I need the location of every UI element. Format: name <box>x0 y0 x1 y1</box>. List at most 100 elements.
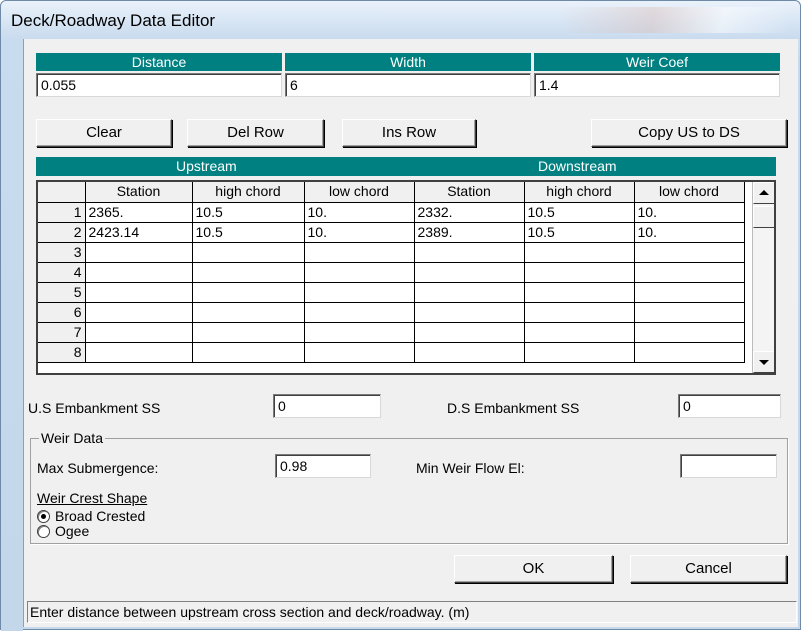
dialog-window: Deck/Roadway Data Editor Distance Width … <box>0 0 801 631</box>
table-cell[interactable]: 10. <box>634 222 745 243</box>
status-bar: Enter distance between upstream cross se… <box>27 601 797 623</box>
column-header: high chord <box>192 182 305 203</box>
column-header: Station <box>414 182 525 203</box>
table-cell[interactable] <box>414 262 525 283</box>
table-cell[interactable] <box>304 282 415 303</box>
table-row: 5 <box>38 282 745 303</box>
table-cell[interactable] <box>524 302 635 323</box>
table-cell[interactable] <box>85 302 193 323</box>
upstream-label: Upstream <box>176 158 237 174</box>
arrow-up-icon <box>759 190 769 195</box>
table-cell[interactable] <box>524 282 635 303</box>
table-cell[interactable] <box>634 262 745 283</box>
table-cell[interactable] <box>85 262 193 283</box>
table-cell[interactable] <box>634 282 745 303</box>
deck-data-grid[interactable]: Station high chord low chord Station hig… <box>36 180 776 375</box>
section-header-bar: Upstream Downstream <box>36 157 776 176</box>
scroll-up-button[interactable] <box>753 182 774 204</box>
min-weir-flow-field[interactable] <box>680 454 777 478</box>
table-cell[interactable] <box>304 262 415 283</box>
table-cell[interactable] <box>414 322 525 343</box>
table-cell[interactable] <box>634 322 745 343</box>
table-row: 6 <box>38 302 745 323</box>
table-row: 3 <box>38 242 745 263</box>
table-cell[interactable] <box>524 262 635 283</box>
table-cell[interactable] <box>85 342 193 363</box>
ok-button[interactable]: OK <box>454 555 613 583</box>
table-cell[interactable]: 2332. <box>414 202 525 223</box>
row-number[interactable]: 3 <box>38 242 86 263</box>
table-cell[interactable]: 2389. <box>414 222 525 243</box>
table-cell[interactable] <box>192 262 305 283</box>
table-cell[interactable] <box>85 322 193 343</box>
table-cell[interactable] <box>85 282 193 303</box>
column-header: low chord <box>634 182 745 203</box>
ins-row-button[interactable]: Ins Row <box>342 119 476 147</box>
ogee-label[interactable]: Ogee <box>55 523 89 539</box>
table-cell[interactable]: 10. <box>304 222 415 243</box>
clear-button[interactable]: Clear <box>36 119 172 147</box>
distance-field[interactable]: 0.055 <box>36 73 282 97</box>
cancel-button[interactable]: Cancel <box>630 555 787 583</box>
table-cell[interactable] <box>414 342 525 363</box>
table-cell[interactable]: 2423.14 <box>85 222 193 243</box>
table-cell[interactable] <box>634 302 745 323</box>
row-number[interactable]: 5 <box>38 282 86 303</box>
column-header: Station <box>85 182 193 203</box>
table-cell[interactable] <box>414 242 525 263</box>
ds-embankment-field[interactable]: 0 <box>678 394 781 418</box>
table-row: 1 2365. 10.5 10. 2332. 10.5 10. <box>38 202 745 223</box>
table-row: 8 <box>38 342 745 363</box>
table-cell[interactable]: 10. <box>304 202 415 223</box>
width-field[interactable]: 6 <box>285 73 531 97</box>
max-submergence-field[interactable]: 0.98 <box>275 454 371 478</box>
table-cell[interactable]: 2365. <box>85 202 193 223</box>
grid-vertical-scrollbar[interactable] <box>752 182 774 373</box>
arrow-down-icon <box>759 360 769 365</box>
table-cell[interactable]: 10.5 <box>524 222 635 243</box>
row-number[interactable]: 1 <box>38 202 86 223</box>
title-bar[interactable]: Deck/Roadway Data Editor <box>1 1 800 39</box>
table-corner-cell <box>38 182 86 203</box>
ogee-radio[interactable] <box>37 525 50 538</box>
weir-data-group-title: Weir Data <box>39 430 105 446</box>
table-cell[interactable]: 10.5 <box>192 222 305 243</box>
table-cell[interactable] <box>414 282 525 303</box>
table-cell[interactable] <box>192 302 305 323</box>
copy-us-to-ds-button[interactable]: Copy US to DS <box>591 119 787 147</box>
table-cell[interactable] <box>524 322 635 343</box>
table-cell[interactable]: 10. <box>634 202 745 223</box>
table-cell[interactable] <box>524 342 635 363</box>
table-cell[interactable] <box>192 342 305 363</box>
table-cell[interactable] <box>304 302 415 323</box>
row-number[interactable]: 2 <box>38 222 86 243</box>
us-embankment-field[interactable]: 0 <box>273 394 381 418</box>
row-number[interactable]: 7 <box>38 322 86 343</box>
table-cell[interactable] <box>192 242 305 263</box>
row-number[interactable]: 6 <box>38 302 86 323</box>
width-header: Width <box>285 53 531 71</box>
weir-coef-field[interactable]: 1.4 <box>534 73 780 97</box>
table-cell[interactable] <box>304 322 415 343</box>
scroll-down-button[interactable] <box>753 351 774 373</box>
dialog-client-area: Distance Width Weir Coef 0.055 6 1.4 Cle… <box>23 39 798 627</box>
table-cell[interactable] <box>304 242 415 263</box>
min-weir-flow-label: Min Weir Flow El: <box>416 460 525 476</box>
del-row-button[interactable]: Del Row <box>187 119 324 147</box>
table-cell[interactable] <box>524 242 635 263</box>
table-cell[interactable] <box>634 242 745 263</box>
table-cell[interactable]: 10.5 <box>192 202 305 223</box>
column-header: high chord <box>524 182 635 203</box>
table-cell[interactable]: 10.5 <box>524 202 635 223</box>
row-number[interactable]: 8 <box>38 342 86 363</box>
table-cell[interactable] <box>304 342 415 363</box>
table-cell[interactable] <box>414 302 525 323</box>
table-cell[interactable] <box>85 242 193 263</box>
broad-crested-label[interactable]: Broad Crested <box>55 508 145 524</box>
table-cell[interactable] <box>192 282 305 303</box>
row-number[interactable]: 4 <box>38 262 86 283</box>
scroll-thumb[interactable] <box>753 206 774 228</box>
table-cell[interactable] <box>192 322 305 343</box>
table-cell[interactable] <box>634 342 745 363</box>
broad-crested-radio[interactable] <box>37 510 50 523</box>
